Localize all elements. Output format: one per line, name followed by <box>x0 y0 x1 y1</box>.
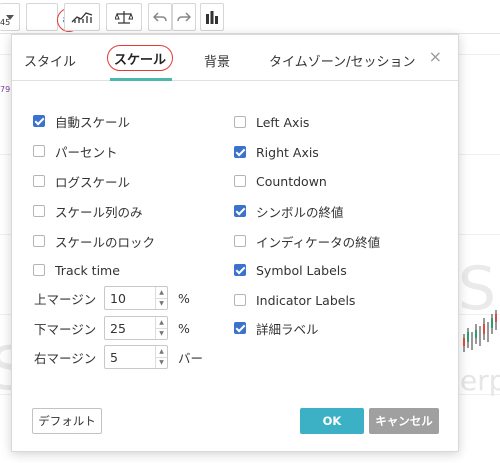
option-label: スケール列のみ <box>55 204 143 220</box>
candlestick-fragment <box>463 310 497 352</box>
tab-scale-label: スケール <box>113 52 166 68</box>
option-label: シンボルの終値 <box>256 204 344 220</box>
checkbox-checked[interactable] <box>33 115 45 127</box>
option-detailed-labels[interactable]: 詳細ラベル <box>234 320 319 337</box>
checkbox-checked[interactable] <box>234 264 246 276</box>
option-label: Track time <box>55 262 120 278</box>
checkbox-checked[interactable] <box>234 146 246 158</box>
undo-icon <box>153 12 167 22</box>
close-icon[interactable]: × <box>429 47 442 66</box>
bottom-margin-unit: % <box>178 320 190 336</box>
option-right-axis[interactable]: Right Axis <box>234 144 319 160</box>
option-label: Right Axis <box>256 144 319 160</box>
cancel-button[interactable]: キャンセル <box>369 408 439 434</box>
bar-chart-icon <box>206 11 218 24</box>
option-label: Countdown <box>256 173 327 189</box>
checkbox[interactable] <box>33 145 45 157</box>
bottom-margin-label: 下マージン <box>34 321 97 337</box>
option-indicator-labels[interactable]: Indicator Labels <box>234 292 355 308</box>
ok-button[interactable]: OK <box>300 408 364 434</box>
bottom-margin-value: 25 <box>110 320 126 336</box>
default-button[interactable]: デフォルト <box>32 408 102 434</box>
bottom-margin-stepper[interactable]: ▲ ▼ <box>155 317 167 339</box>
bar-chart-button[interactable] <box>200 3 224 31</box>
chart-toolbar <box>0 0 500 34</box>
bottom-margin-row: 下マージン 25 ▲ ▼ % <box>34 316 190 340</box>
option-track-time[interactable]: Track time <box>33 262 120 278</box>
indicators-button[interactable] <box>64 3 100 31</box>
option-indicator-last-value[interactable]: インディケータの終値 <box>234 233 381 250</box>
checkbox[interactable] <box>33 175 45 187</box>
option-symbol-labels[interactable]: Symbol Labels <box>234 262 347 278</box>
option-lock-scale[interactable]: スケールのロック <box>33 233 156 250</box>
top-margin-stepper[interactable]: ▲ ▼ <box>155 287 167 309</box>
stepper-down-icon[interactable]: ▼ <box>156 299 167 310</box>
option-label: スケールのロック <box>55 234 156 250</box>
side-price-label: 79 <box>0 85 11 94</box>
top-margin-label: 上マージン <box>34 291 97 307</box>
checkbox[interactable] <box>33 264 45 276</box>
undo-button[interactable] <box>148 3 172 31</box>
right-margin-label: 右マージン <box>34 350 97 366</box>
checkbox[interactable] <box>33 235 45 247</box>
watermark-text: erp <box>460 364 500 397</box>
right-margin-value: 5 <box>110 349 118 365</box>
option-label: 詳細ラベル <box>256 321 319 337</box>
option-symbol-last-value[interactable]: シンボルの終値 <box>234 203 344 220</box>
top-margin-value: 10 <box>110 290 126 306</box>
checkbox-checked[interactable] <box>234 322 246 334</box>
checkbox[interactable] <box>33 205 45 217</box>
side-price-label: 45 <box>0 18 11 27</box>
option-label: Symbol Labels <box>256 262 347 278</box>
option-auto-scale[interactable]: 自動スケール <box>33 113 131 130</box>
stepper-down-icon[interactable]: ▼ <box>156 329 167 340</box>
option-label: Left Axis <box>256 114 310 130</box>
option-countdown[interactable]: Countdown <box>234 173 327 189</box>
option-label: インディケータの終値 <box>256 234 381 250</box>
stepper-down-icon[interactable]: ▼ <box>156 358 167 369</box>
tab-style[interactable]: スタイル <box>24 51 76 70</box>
checkbox[interactable] <box>234 235 246 247</box>
tab-background[interactable]: 背景 <box>204 51 230 70</box>
right-margin-row: 右マージン 5 ▲ ▼ バー <box>34 345 203 369</box>
redo-icon <box>177 12 191 22</box>
indicators-icon <box>71 12 93 23</box>
redo-button[interactable] <box>172 3 196 31</box>
option-label: Indicator Labels <box>256 292 356 308</box>
option-left-axis[interactable]: Left Axis <box>234 114 309 130</box>
compare-icon <box>115 11 133 24</box>
right-margin-input[interactable]: 5 ▲ ▼ <box>104 345 168 369</box>
compare-button[interactable] <box>106 3 142 31</box>
stepper-up-icon[interactable]: ▲ <box>156 346 167 358</box>
option-log-scale[interactable]: ログスケール <box>33 173 131 190</box>
top-margin-row: 上マージン 10 ▲ ▼ % <box>34 286 190 310</box>
stepper-up-icon[interactable]: ▲ <box>156 317 167 329</box>
checkbox-checked[interactable] <box>234 205 246 217</box>
dialog-tabs: スタイル スケール 背景 タイムゾーン/セッション × <box>12 35 458 81</box>
checkbox[interactable] <box>234 116 246 128</box>
top-margin-input[interactable]: 10 ▲ ▼ <box>104 286 168 310</box>
option-label: 自動スケール <box>55 114 131 130</box>
settings-button[interactable] <box>26 3 81 32</box>
tab-scale[interactable]: スケール <box>107 45 173 71</box>
right-margin-stepper[interactable]: ▲ ▼ <box>155 346 167 368</box>
chart-properties-dialog: スタイル スケール 背景 タイムゾーン/セッション × 自動スケール パーセント… <box>11 34 459 452</box>
top-margin-unit: % <box>178 290 190 306</box>
stepper-up-icon[interactable]: ▲ <box>156 287 167 299</box>
tab-timezone-session[interactable]: タイムゾーン/セッション <box>269 51 415 70</box>
checkbox[interactable] <box>234 175 246 187</box>
option-label: ログスケール <box>55 174 131 190</box>
option-label: パーセント <box>55 144 118 160</box>
bottom-margin-input[interactable]: 25 ▲ ▼ <box>104 316 168 340</box>
option-scale-series-only[interactable]: スケール列のみ <box>33 203 143 220</box>
active-tab-indicator <box>110 78 172 81</box>
checkbox[interactable] <box>234 294 246 306</box>
right-margin-unit: バー <box>178 350 204 366</box>
option-percent[interactable]: パーセント <box>33 143 118 160</box>
